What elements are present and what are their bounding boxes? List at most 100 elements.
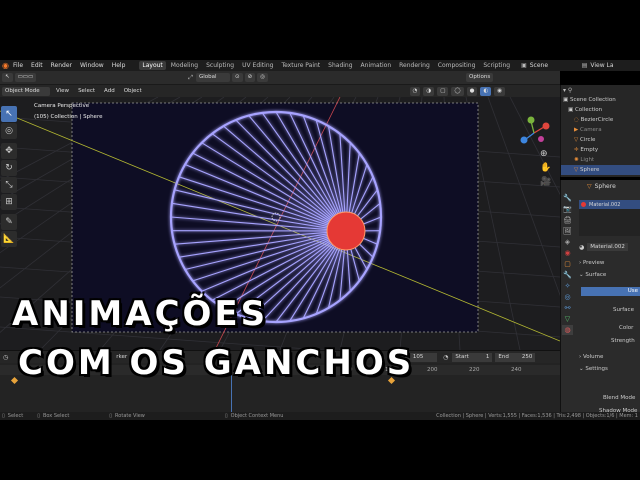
blender-logo-icon[interactable]: ◉ xyxy=(2,61,9,70)
menu-render[interactable]: Render xyxy=(51,62,72,69)
outliner-item-empty[interactable]: ✛ Empty xyxy=(561,145,640,155)
material-selector[interactable]: ◕ Material.002 xyxy=(579,242,640,252)
view-layer-icon: ▤ xyxy=(581,62,588,69)
xray-icon[interactable]: ▢ xyxy=(437,86,449,96)
menu-object[interactable]: Object xyxy=(121,87,145,96)
shading-rendered-icon[interactable]: ◉ xyxy=(494,86,506,96)
outliner-item-circle[interactable]: ▽ Circle xyxy=(561,135,640,145)
menu-edit[interactable]: Edit xyxy=(31,62,43,69)
object-tab-icon[interactable]: ▢ xyxy=(562,259,573,269)
measure-tool-icon[interactable]: 📐 xyxy=(1,231,17,247)
object-icon: ▽ xyxy=(587,183,592,190)
menu-help[interactable]: Help xyxy=(112,62,126,69)
tab-rendering[interactable]: Rendering xyxy=(396,61,433,70)
use-nodes-button[interactable]: Use xyxy=(581,287,640,296)
tab-modeling[interactable]: Modeling xyxy=(168,61,201,70)
keyframe-diamond[interactable] xyxy=(10,376,19,385)
annotate-tool-icon[interactable]: ✎ xyxy=(1,214,17,230)
section-settings[interactable]: ⌄ Settings xyxy=(579,366,608,372)
move-tool-icon[interactable]: ✥ xyxy=(1,143,17,159)
snap-icon[interactable]: ⊘ xyxy=(244,73,256,82)
material-name-field[interactable]: Material.002 xyxy=(587,243,628,251)
menu-add[interactable]: Add xyxy=(101,87,118,96)
timeline-editor-icon[interactable]: ◷ xyxy=(3,354,8,361)
section-volume[interactable]: › Volume xyxy=(579,354,603,360)
outliner-item-beziercircle[interactable]: ◌ BezierCircle xyxy=(561,115,640,125)
physics-tab-icon[interactable]: ◎ xyxy=(562,292,573,302)
pivot-icon[interactable]: ⊙ xyxy=(232,73,243,82)
tab-shading[interactable]: Shading xyxy=(325,61,355,70)
particles-tab-icon[interactable]: ✧ xyxy=(562,281,573,291)
visibility-icon[interactable]: ◔ xyxy=(409,86,421,96)
outliner-scene-collection[interactable]: ▣ Scene Collection xyxy=(561,95,640,105)
view-layer-tab-icon[interactable]: 🖼 xyxy=(562,226,573,236)
tab-compositing[interactable]: Compositing xyxy=(435,61,479,70)
section-surface[interactable]: ⌄ Surface xyxy=(579,272,606,278)
start-frame-field[interactable]: Start 1 xyxy=(452,352,493,362)
overlays-icon[interactable]: ◑ xyxy=(423,86,435,96)
select-box-icon[interactable]: ↖ xyxy=(1,106,17,122)
constraints-tab-icon[interactable]: ⚯ xyxy=(562,303,573,313)
mouse-middle-icon: ▯ xyxy=(37,413,40,419)
menu-window[interactable]: Window xyxy=(80,62,104,69)
section-preview[interactable]: › Preview xyxy=(579,260,604,266)
color-field-label: Color xyxy=(619,325,634,331)
outliner-item-light[interactable]: ✺ Light xyxy=(561,155,640,165)
outliner-item-sphere[interactable]: ▽ Sphere xyxy=(561,165,640,175)
shading-wireframe-icon[interactable]: ◯ xyxy=(451,86,464,96)
menu-file[interactable]: File xyxy=(13,62,23,69)
outliner-item-camera[interactable]: ▶ Camera xyxy=(561,125,640,135)
outliner-panel: ▾ ⚲ ▣ Scene Collection ▣ Collection ◌ Be… xyxy=(560,85,640,177)
tab-layout[interactable]: Layout xyxy=(139,61,166,70)
material-slot-label: Material.002 xyxy=(589,201,621,208)
tab-scripting[interactable]: Scripting xyxy=(480,61,513,70)
material-tab-icon[interactable]: ◍ xyxy=(562,325,573,335)
status-bar: ▯ Select ▯ Box Select ▯ Rotate View ▯ Ob… xyxy=(0,412,640,420)
zoom-icon[interactable]: ⊕ xyxy=(540,149,548,159)
tab-animation[interactable]: Animation xyxy=(358,61,395,70)
status-context-menu: Object Context Menu xyxy=(230,413,284,419)
filter-icon[interactable]: ▾ ⚲ xyxy=(563,87,572,94)
material-slot-list[interactable]: Material.002 xyxy=(579,200,640,236)
transform-orientation-dropdown[interactable]: Global xyxy=(196,73,231,82)
world-tab-icon[interactable]: ◉ xyxy=(562,248,573,258)
outliner-collection[interactable]: ▣ Collection xyxy=(561,105,640,115)
menu-select[interactable]: Select xyxy=(75,87,98,96)
tool-tab-icon[interactable]: 🔧 xyxy=(562,193,573,203)
data-tab-icon[interactable]: ▽ xyxy=(562,314,573,324)
pan-hand-icon[interactable]: ✋ xyxy=(540,163,551,173)
modifier-tab-icon[interactable]: 🔧 xyxy=(562,270,573,280)
mouse-right-icon: ▯ xyxy=(109,413,113,419)
shading-solid-icon[interactable]: ● xyxy=(466,86,478,96)
render-tab-icon[interactable]: 📷 xyxy=(562,204,573,214)
options-dropdown[interactable]: Options xyxy=(466,73,494,82)
view-layer-selector[interactable]: View La xyxy=(590,62,613,69)
select-tool-icon[interactable]: ↖ xyxy=(2,73,13,82)
tab-uv-editing[interactable]: UV Editing xyxy=(239,61,276,70)
camera-perspective-label: Camera Perspective xyxy=(34,103,90,109)
outliner-item-label: Light xyxy=(580,157,595,163)
camera-view-icon[interactable]: 🎥 xyxy=(540,177,551,187)
select-mode-icon[interactable]: ▭▭▭ xyxy=(14,73,37,82)
end-label: End xyxy=(498,353,509,360)
status-scene-stats: Collection | Sphere | Verts:1,555 | Face… xyxy=(436,413,638,419)
scene-selector[interactable]: Scene xyxy=(530,62,582,69)
cursor-tool-icon[interactable]: ◎ xyxy=(1,123,17,139)
scene-tab-icon[interactable]: ◈ xyxy=(562,237,573,247)
output-tab-icon[interactable]: 🖨 xyxy=(562,215,573,225)
shading-material-icon[interactable]: ◐ xyxy=(480,86,492,96)
material-slot-row[interactable]: Material.002 xyxy=(579,200,640,209)
material-color-icon xyxy=(581,202,586,207)
menu-view[interactable]: View xyxy=(53,87,72,96)
tab-texture-paint[interactable]: Texture Paint xyxy=(278,61,323,70)
properties-panel: 🔧 📷 🖨 🖼 ◈ ◉ ▢ 🔧 ✧ ◎ ⚯ ▽ ◍ ▽ Sphere Mater… xyxy=(560,180,640,420)
scale-tool-icon[interactable]: ⤡ xyxy=(1,177,17,193)
rotate-tool-icon[interactable]: ↻ xyxy=(1,160,17,176)
proportional-edit-icon[interactable]: ◎ xyxy=(257,73,269,82)
clock-icon[interactable]: ◔ xyxy=(443,354,448,361)
transform-tool-icon[interactable]: ⊞ xyxy=(1,194,17,210)
end-frame-field[interactable]: End 250 xyxy=(495,352,536,362)
tab-sculpting[interactable]: Sculpting xyxy=(203,61,237,70)
toolbar-left: ↖ ◎ ✥ ↻ ⤡ ⊞ ✎ 📐 xyxy=(0,100,18,248)
mode-dropdown[interactable]: Object Mode xyxy=(2,86,50,96)
